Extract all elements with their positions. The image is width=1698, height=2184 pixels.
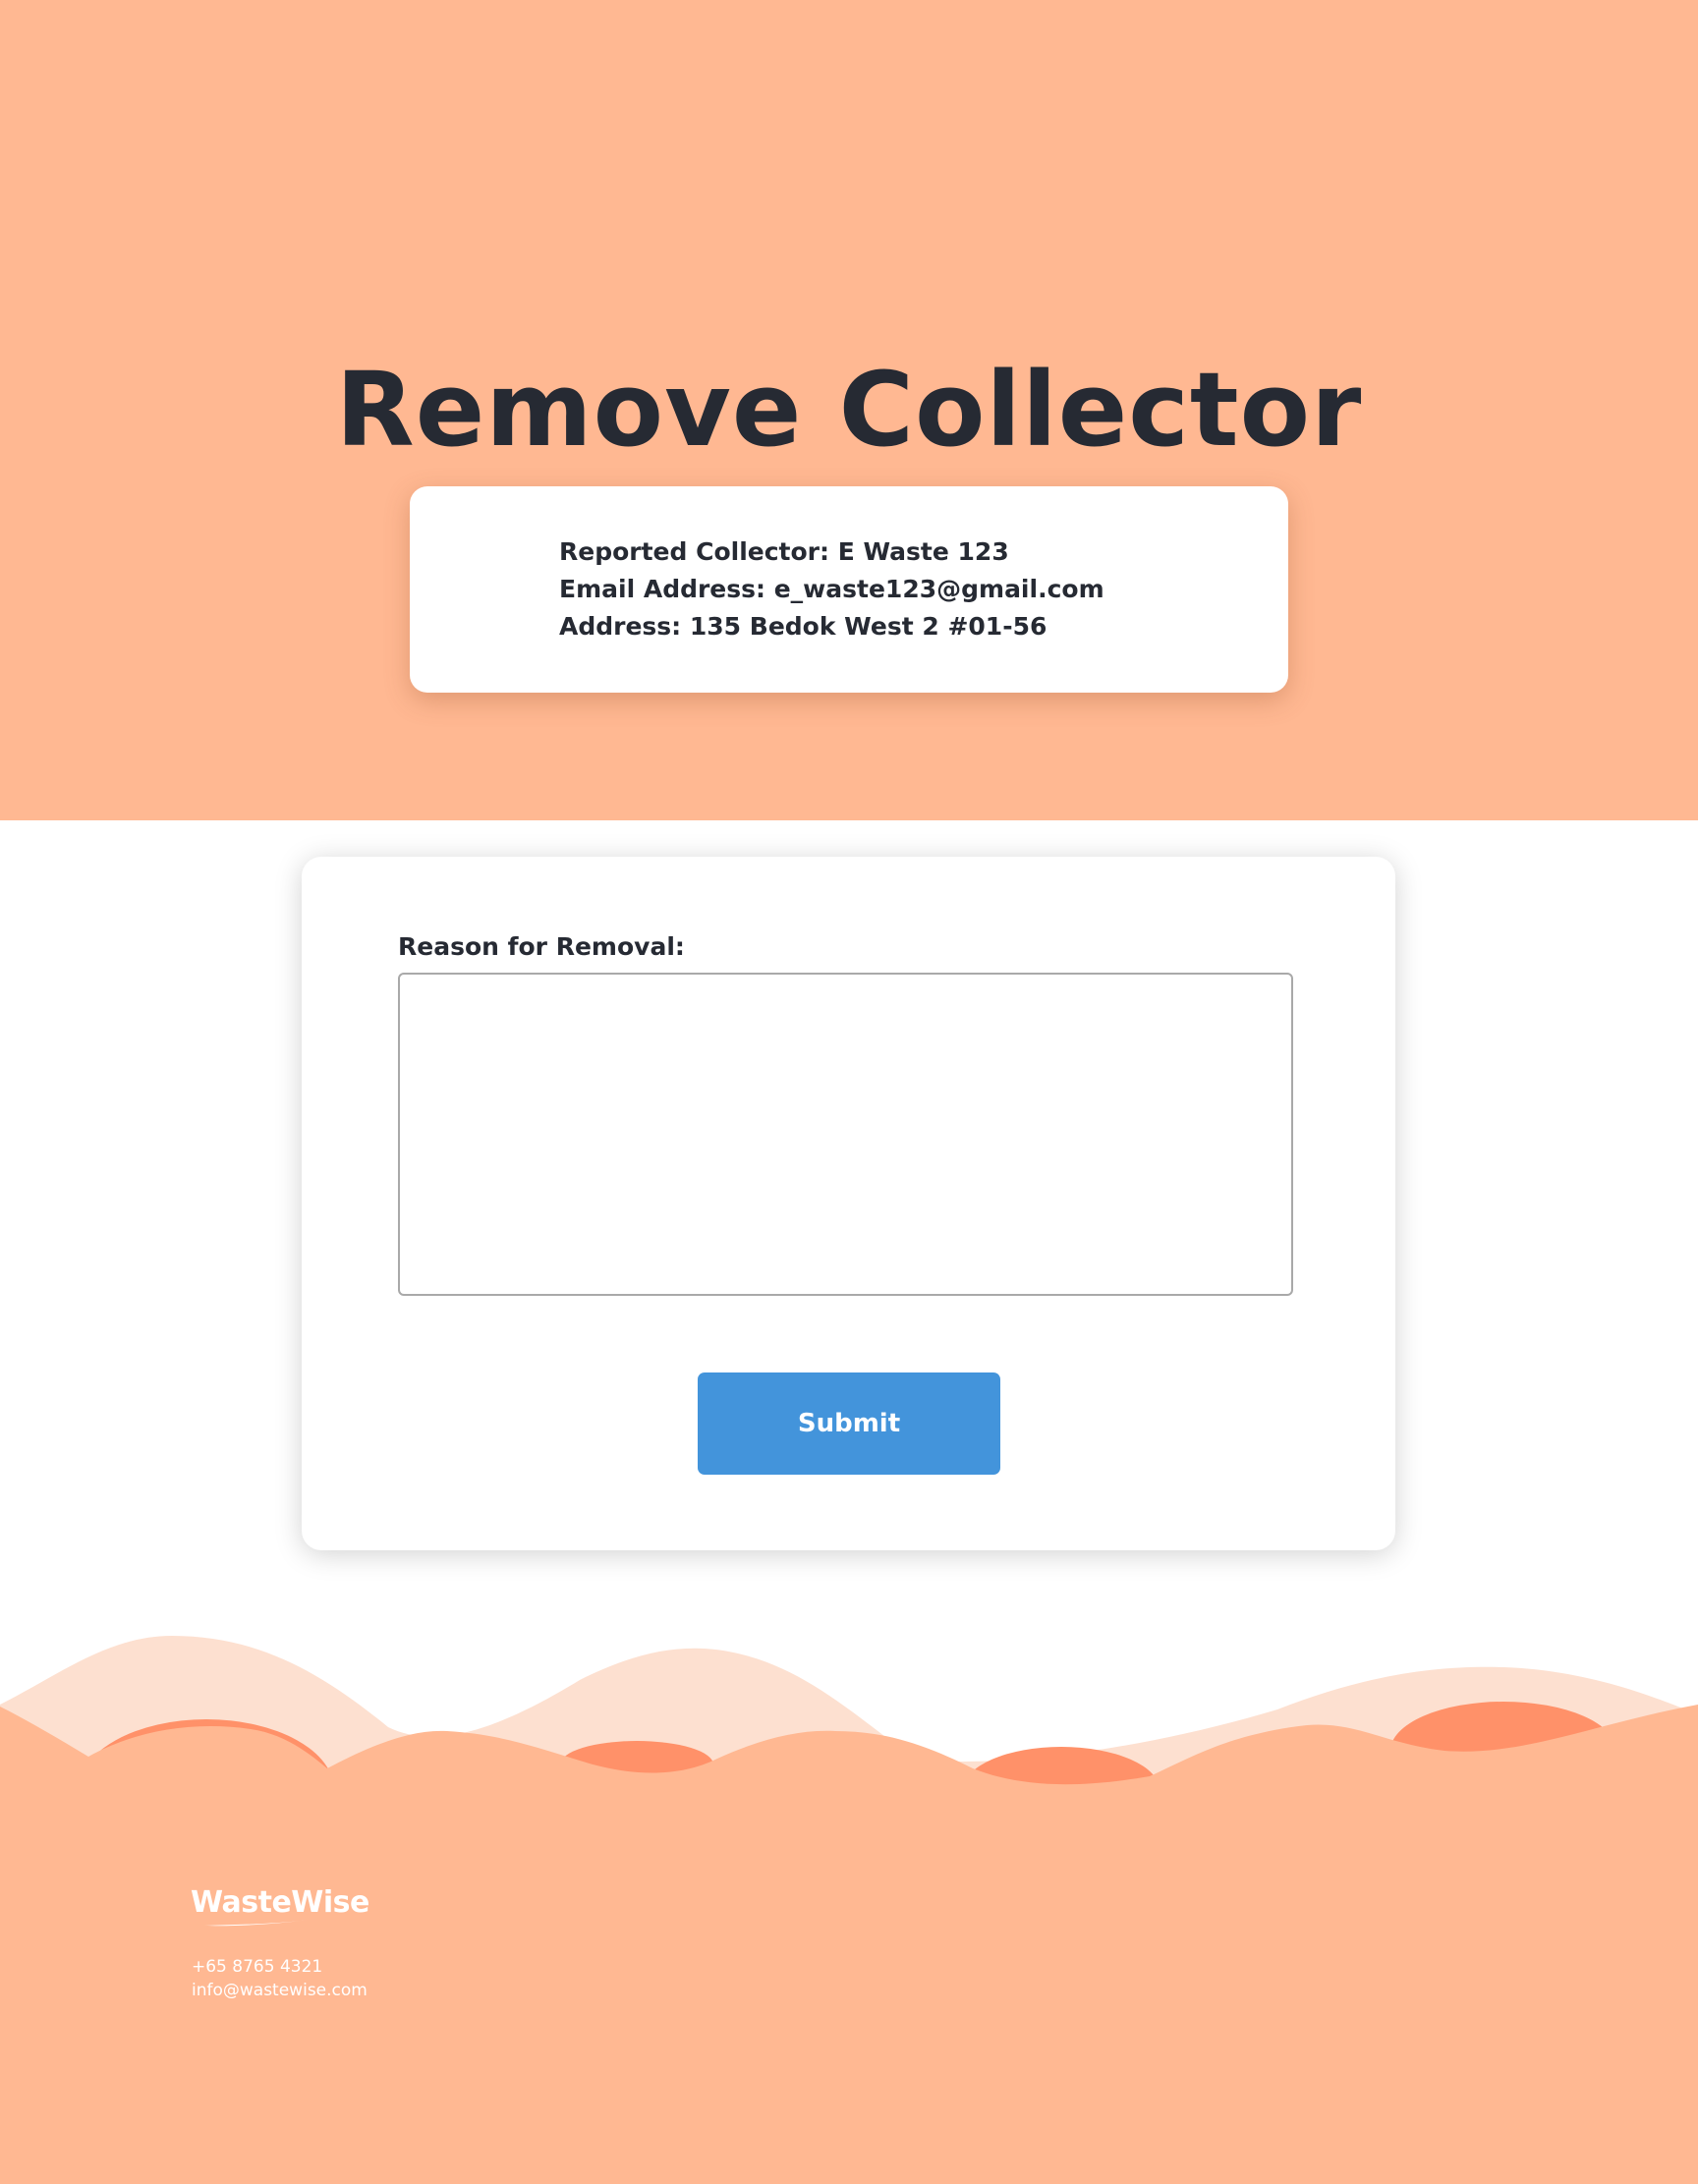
reported-collector-text: Reported Collector: E Waste 123 — [559, 537, 1009, 566]
collector-email-text: Email Address: e_waste123@gmail.com — [559, 575, 1104, 603]
wave-main-layer — [0, 1705, 1698, 2184]
footer-email: info@wastewise.com — [192, 1981, 368, 2000]
logo-swoosh-icon — [204, 1920, 309, 1927]
collector-details: Reported Collector: E Waste 123 Email Ad… — [559, 533, 1104, 645]
footer-phone: +65 8765 4321 — [192, 1957, 323, 1977]
wastewise-logo[interactable]: WasteWise — [191, 1884, 369, 1928]
collector-address-text: Address: 135 Bedok West 2 #01-56 — [559, 612, 1047, 641]
submit-button[interactable]: Submit — [698, 1372, 1000, 1475]
reason-textarea[interactable] — [398, 973, 1293, 1296]
collector-info-card: Reported Collector: E Waste 123 Email Ad… — [410, 486, 1288, 693]
page-title: Remove Collector — [335, 350, 1363, 470]
footer-contact: +65 8765 4321 info@wastewise.com — [192, 1955, 368, 2002]
reason-label: Reason for Removal: — [398, 932, 685, 961]
removal-form-card: Reason for Removal: Submit — [302, 857, 1395, 1550]
hero-section: Remove Collector Reported Collector: E W… — [0, 0, 1698, 820]
logo-text: WasteWise — [191, 1885, 369, 1920]
